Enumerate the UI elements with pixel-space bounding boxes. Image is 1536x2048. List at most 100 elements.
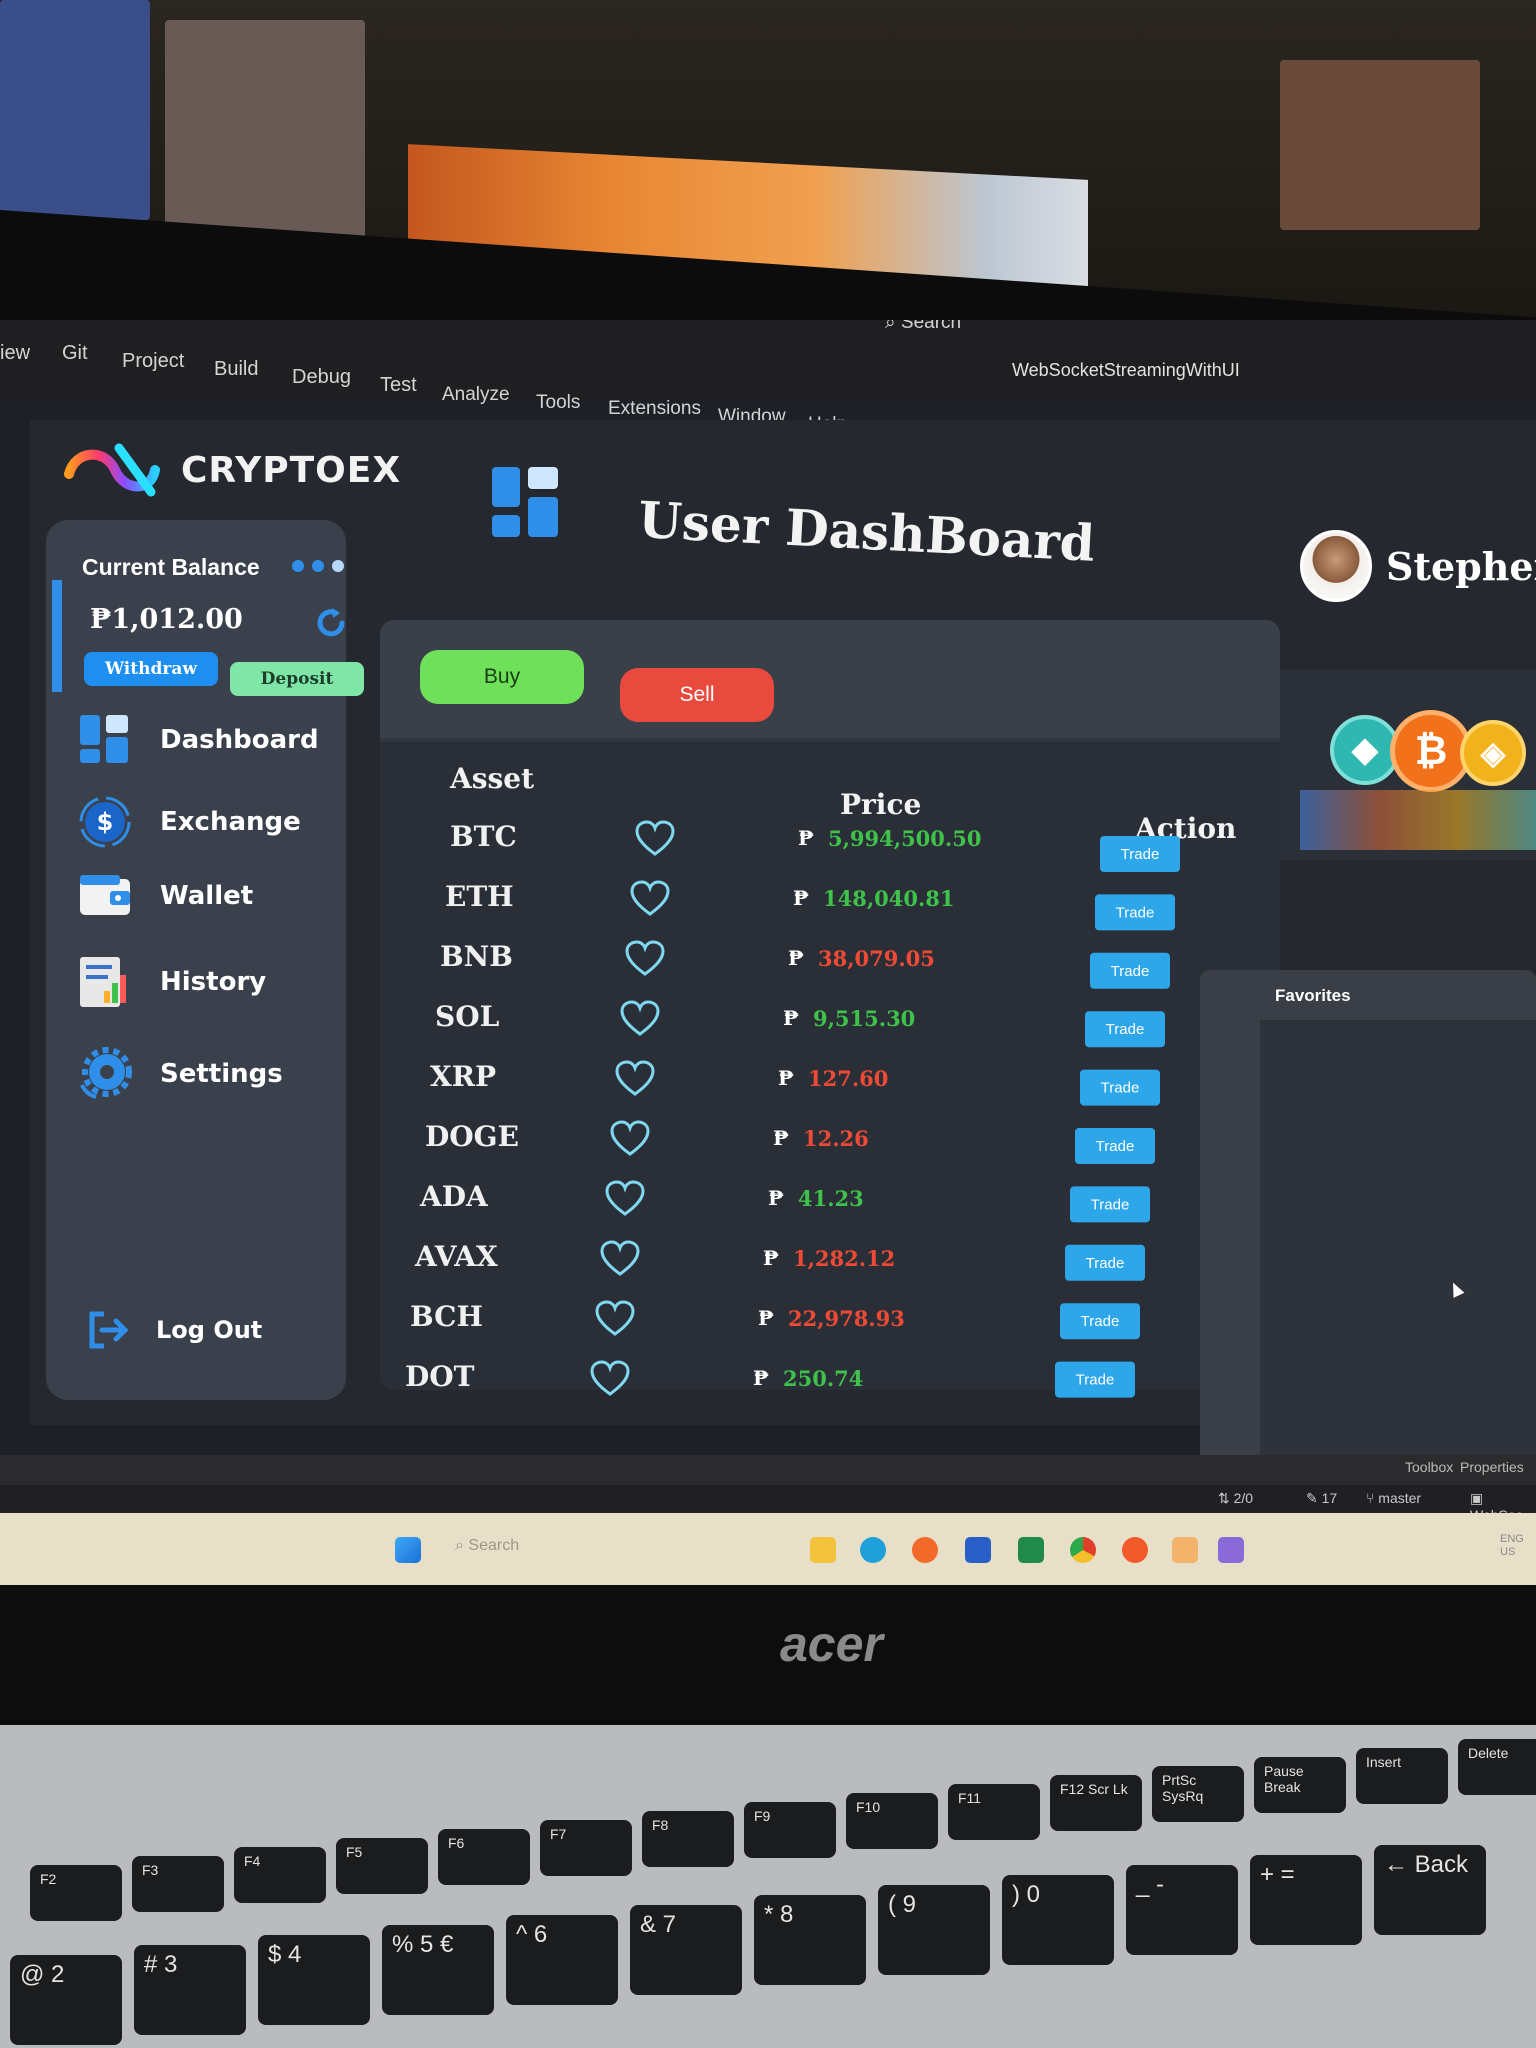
asset-price: 1,282.12 — [793, 1246, 896, 1271]
asset-symbol: BCH — [410, 1300, 483, 1333]
favorite-heart-icon[interactable] — [630, 880, 670, 918]
language-indicator[interactable]: ENG US — [1500, 1533, 1524, 1559]
properties-tab[interactable]: Properties — [1460, 1459, 1524, 1475]
menu-tools[interactable]: Tools — [536, 392, 580, 414]
user-profile[interactable]: Stephen — [1300, 530, 1536, 602]
balance-title: Current Balance — [82, 554, 260, 580]
dashboard-icon — [76, 711, 134, 769]
status-lines-value: 2/0 — [1233, 1490, 1254, 1506]
balance-accent-bar — [52, 580, 62, 692]
sidebar-item-wallet[interactable]: Wallet — [76, 866, 253, 926]
cryptoex-logo-icon — [55, 440, 163, 500]
currency-symbol: ₱ — [798, 826, 814, 850]
withdraw-button[interactable]: Withdraw — [84, 652, 218, 686]
favorite-heart-icon[interactable] — [595, 1300, 635, 1338]
asset-symbol: BTC — [450, 820, 517, 853]
favorite-heart-icon[interactable] — [620, 1000, 660, 1038]
menu-test[interactable]: Test — [380, 374, 417, 397]
settings-icon — [76, 1045, 134, 1103]
chrome-icon[interactable] — [1070, 1537, 1096, 1563]
menu-debug[interactable]: Debug — [292, 366, 351, 389]
more-options-icon[interactable] — [292, 560, 344, 572]
keyboard-key: @ 2 — [10, 1955, 122, 2045]
keyboard-key: F3 — [132, 1856, 224, 1912]
brave-icon[interactable] — [1122, 1537, 1148, 1563]
sidebar-item-label: Dashboard — [160, 725, 319, 755]
buy-button[interactable]: Buy — [420, 650, 584, 704]
deposit-button[interactable]: Deposit — [230, 662, 364, 696]
keyboard-key: ^ 6 — [506, 1915, 618, 2005]
region-code: US — [1500, 1546, 1516, 1558]
trade-button[interactable]: Trade — [1090, 952, 1170, 989]
sidebar-item-dashboard[interactable]: Dashboard — [76, 710, 319, 770]
trade-button[interactable]: Trade — [1100, 836, 1180, 872]
sidebar-item-history[interactable]: History — [76, 952, 266, 1012]
logout-button[interactable]: Log Out — [86, 1300, 262, 1360]
trade-button[interactable]: Trade — [1070, 1186, 1150, 1223]
table-row: BTC ₱ 5,994,500.50 Trade — [380, 812, 1280, 872]
firefox-icon[interactable] — [912, 1537, 938, 1563]
sidebar-item-exchange[interactable]: $ Exchange — [76, 792, 301, 852]
status-changes[interactable]: ✎ 17 — [1306, 1490, 1337, 1507]
cryptoex-app: CRYPTOEX Current Balance ₱1,012.00 Withd… — [30, 420, 1536, 1480]
laptop-brand-logo: acer — [780, 1616, 883, 1672]
refresh-icon[interactable] — [314, 606, 348, 640]
keyboard-key: # 3 — [134, 1945, 246, 2035]
vs-bottom-bar: Toolbox Properties — [0, 1455, 1536, 1485]
wallet-icon — [76, 867, 134, 925]
sell-button[interactable]: Sell — [620, 668, 774, 722]
favorite-heart-icon[interactable] — [610, 1120, 650, 1158]
postman-icon[interactable] — [1172, 1537, 1198, 1563]
menu-view[interactable]: iew — [0, 342, 30, 365]
asset-symbol: DOT — [405, 1360, 475, 1393]
taskbar-search[interactable]: ⌕ Search — [455, 1537, 519, 1555]
trade-button[interactable]: Trade — [1095, 894, 1175, 931]
trade-button[interactable]: Trade — [1085, 1011, 1165, 1048]
toolbox-tab[interactable]: Toolbox — [1405, 1459, 1453, 1475]
sidebar-item-label: Settings — [160, 1059, 283, 1089]
trade-button[interactable]: Trade — [1060, 1303, 1140, 1340]
favorite-heart-icon[interactable] — [590, 1360, 630, 1398]
vs-search-box[interactable]: ⌕ Search — [885, 320, 961, 334]
favorites-list — [1260, 1022, 1536, 1462]
currency-symbol: ₱ — [783, 1006, 799, 1030]
favorite-heart-icon[interactable] — [625, 940, 665, 978]
balance-amount: ₱1,012.00 — [90, 604, 243, 635]
currency-symbol: ₱ — [788, 946, 804, 970]
favorite-heart-icon[interactable] — [605, 1180, 645, 1218]
menu-extensions[interactable]: Extensions — [608, 398, 701, 420]
keyboard-key: Insert — [1356, 1748, 1448, 1804]
table-row: DOT ₱ 250.74 Trade — [335, 1352, 1235, 1412]
trade-button[interactable]: Trade — [1080, 1069, 1160, 1106]
keyboard-key: PrtSc SysRq — [1152, 1766, 1244, 1822]
windows-start-icon[interactable] — [395, 1537, 421, 1563]
page-title: User DashBoard — [636, 490, 1097, 573]
file-explorer-icon[interactable] — [810, 1537, 836, 1563]
keyboard-key: F10 — [846, 1793, 938, 1849]
trade-button[interactable]: Trade — [1075, 1128, 1155, 1164]
trade-button[interactable]: Trade — [1055, 1361, 1135, 1398]
menu-build[interactable]: Build — [214, 358, 258, 381]
language-code: ENG — [1500, 1533, 1524, 1545]
favorite-heart-icon[interactable] — [635, 820, 675, 858]
excel-icon[interactable] — [1018, 1537, 1044, 1563]
keyboard-key: $ 4 — [258, 1935, 370, 2025]
sidebar-item-label: History — [160, 967, 267, 997]
word-icon[interactable] — [965, 1537, 991, 1563]
sidebar-item-settings[interactable]: Settings — [76, 1044, 283, 1104]
menu-git[interactable]: Git — [62, 342, 88, 365]
favorite-heart-icon[interactable] — [600, 1240, 640, 1278]
wall-poster — [0, 0, 150, 220]
keyboard-key: + = — [1250, 1855, 1362, 1945]
favorite-heart-icon[interactable] — [615, 1060, 655, 1098]
git-branch[interactable]: ⑂ master — [1366, 1490, 1421, 1506]
trade-button[interactable]: Trade — [1065, 1244, 1145, 1281]
visual-studio-icon[interactable] — [1218, 1537, 1244, 1563]
keyboard-key: F7 — [540, 1820, 632, 1876]
keyboard-key: F8 — [642, 1811, 734, 1867]
menu-analyze[interactable]: Analyze — [442, 384, 510, 406]
svg-text:$: $ — [97, 808, 114, 836]
windows-taskbar: ⌕ Search ENG US — [0, 1513, 1536, 1585]
menu-project[interactable]: Project — [122, 350, 184, 373]
edge-icon[interactable] — [860, 1537, 886, 1563]
